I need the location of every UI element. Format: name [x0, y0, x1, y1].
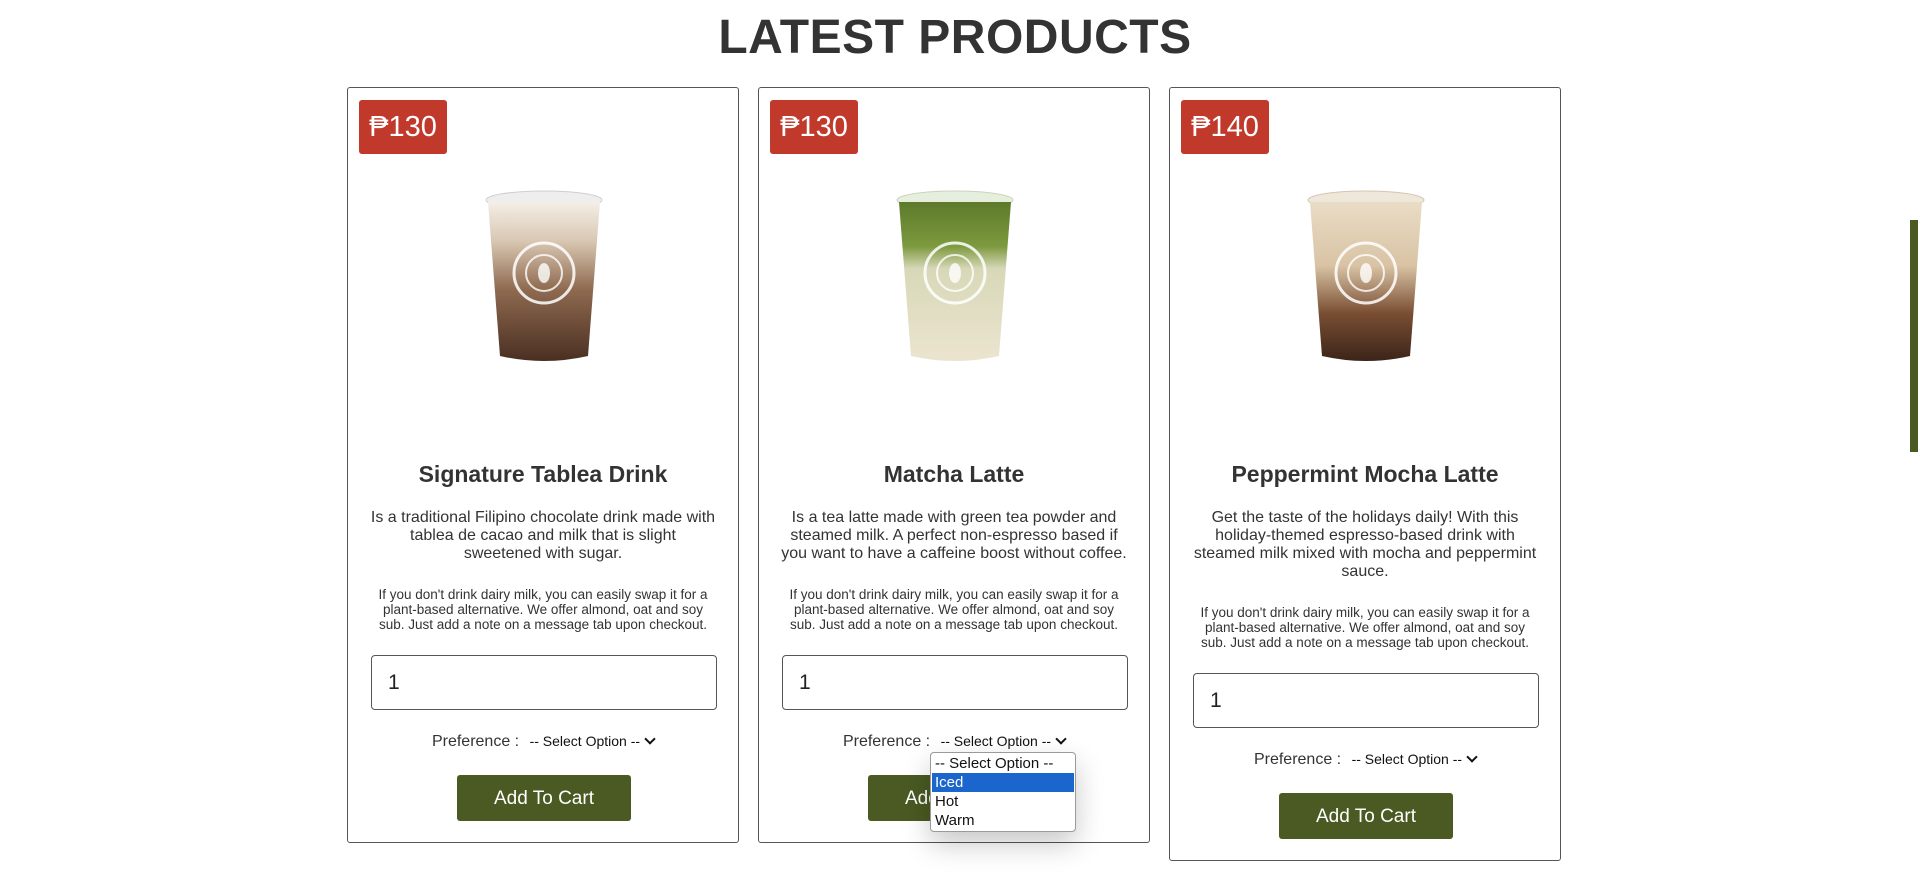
page: LATEST PRODUCTS ₱130 Signature Tablea Dr… — [0, 0, 1918, 872]
preference-row: Preference : -- Select Option -- — [1170, 751, 1560, 769]
product-description: Get the taste of the holidays daily! Wit… — [1193, 509, 1537, 580]
preference-select[interactable]: -- Select Option -- — [940, 733, 1067, 749]
quantity-input[interactable] — [782, 655, 1128, 710]
product-note: If you don't drink dairy milk, you can e… — [789, 587, 1119, 632]
product-card: ₱130 Matcha Latte Is a tea latte made wi… — [758, 87, 1150, 843]
dropdown-option-placeholder[interactable]: -- Select Option -- — [932, 754, 1074, 773]
preference-row: Preference : -- Select Option -- — [759, 733, 1149, 751]
side-accent-bar — [1910, 220, 1918, 452]
section-title: LATEST PRODUCTS — [718, 11, 1192, 64]
dropdown-option-iced[interactable]: Iced — [932, 773, 1074, 792]
chevron-down-icon — [1466, 751, 1478, 763]
product-name: Signature Tablea Drink — [418, 461, 668, 487]
product-image-tablea — [485, 190, 603, 361]
preference-label: Preference : — [431, 733, 520, 750]
add-to-cart-button[interactable]: Add To Cart — [1279, 793, 1453, 839]
price-badge: ₱130 — [770, 100, 858, 154]
preference-select[interactable]: -- Select Option -- — [529, 733, 656, 749]
product-description: Is a tea latte made with green tea powde… — [781, 509, 1127, 562]
dropdown-option-hot[interactable]: Hot — [932, 792, 1074, 811]
product-image-matcha — [896, 190, 1014, 361]
quantity-input[interactable] — [371, 655, 717, 710]
product-note: If you don't drink dairy milk, you can e… — [1200, 605, 1530, 650]
chevron-down-icon — [1055, 733, 1067, 745]
add-to-cart-button[interactable]: Add To Cart — [457, 775, 631, 821]
preference-label: Preference : — [842, 733, 931, 750]
preference-select[interactable]: -- Select Option -- — [1351, 751, 1478, 767]
preference-select-value: -- Select Option -- — [529, 733, 641, 749]
product-name: Matcha Latte — [883, 461, 1025, 487]
preference-label: Preference : — [1253, 751, 1342, 768]
dropdown-option-warm[interactable]: Warm — [932, 811, 1074, 830]
product-note: If you don't drink dairy milk, you can e… — [378, 587, 708, 632]
product-description: Is a traditional Filipino chocolate drin… — [370, 509, 716, 562]
product-image-peppermint-mocha — [1307, 190, 1425, 361]
chevron-down-icon — [644, 733, 656, 745]
product-name: Peppermint Mocha Latte — [1231, 461, 1499, 487]
price-badge: ₱140 — [1181, 100, 1269, 154]
quantity-input[interactable] — [1193, 673, 1539, 728]
preference-select-value: -- Select Option -- — [940, 733, 1052, 749]
price-badge: ₱130 — [359, 100, 447, 154]
preference-dropdown-list: -- Select Option -- Iced Hot Warm — [930, 752, 1076, 832]
preference-row: Preference : -- Select Option -- — [348, 733, 738, 751]
preference-select-value: -- Select Option -- — [1351, 751, 1463, 767]
product-card: ₱140 Peppermint Mocha Latte Get the tast… — [1169, 87, 1561, 861]
product-card: ₱130 Signature Tablea Drink Is a traditi… — [347, 87, 739, 843]
